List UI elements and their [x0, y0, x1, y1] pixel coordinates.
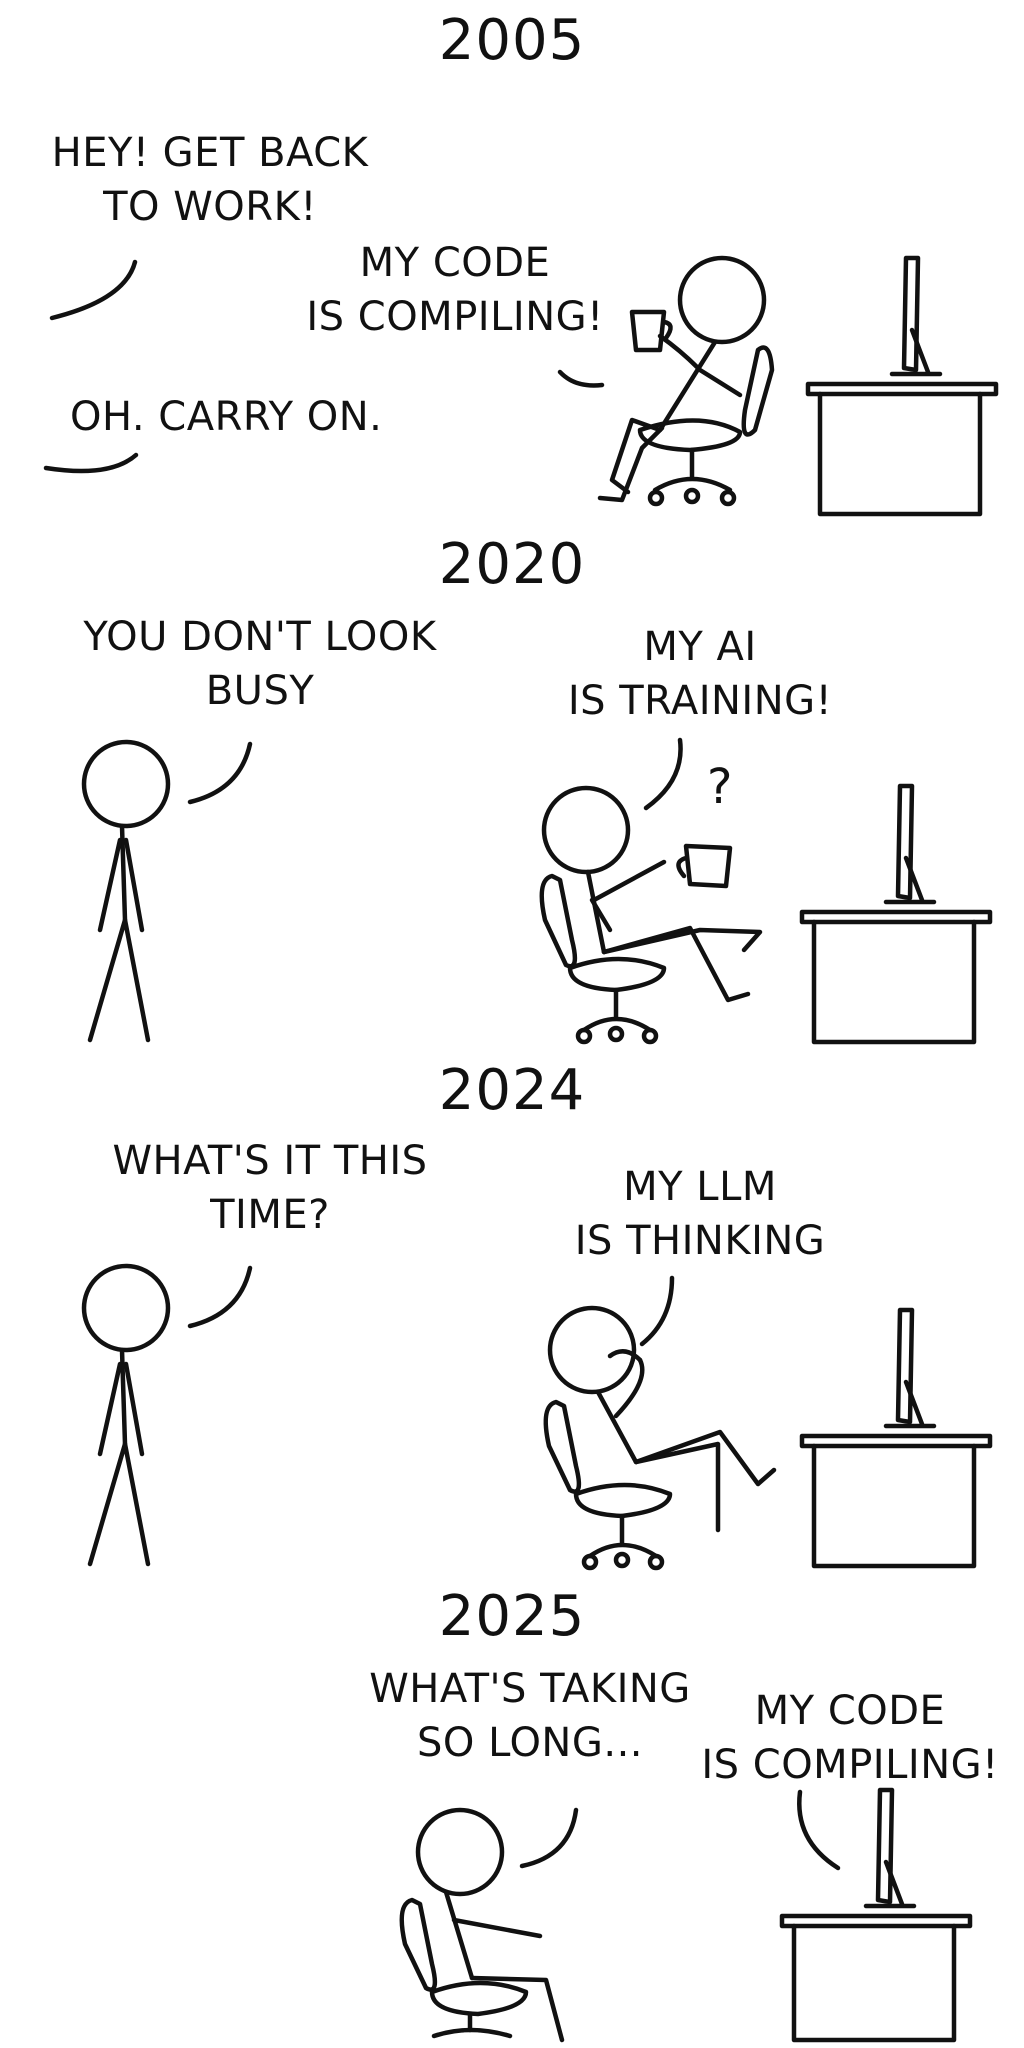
- monitor-icon: [875, 1787, 895, 1905]
- speech-tail: [519, 1807, 579, 1869]
- panel-2025-drawing: [399, 1787, 973, 2043]
- figure-body: [443, 1889, 475, 1981]
- desk-icon: [779, 1913, 973, 1929]
- office-chair-icon: [399, 1897, 438, 1992]
- figure-head: [415, 1807, 505, 1897]
- speech-tail: [797, 1789, 841, 1871]
